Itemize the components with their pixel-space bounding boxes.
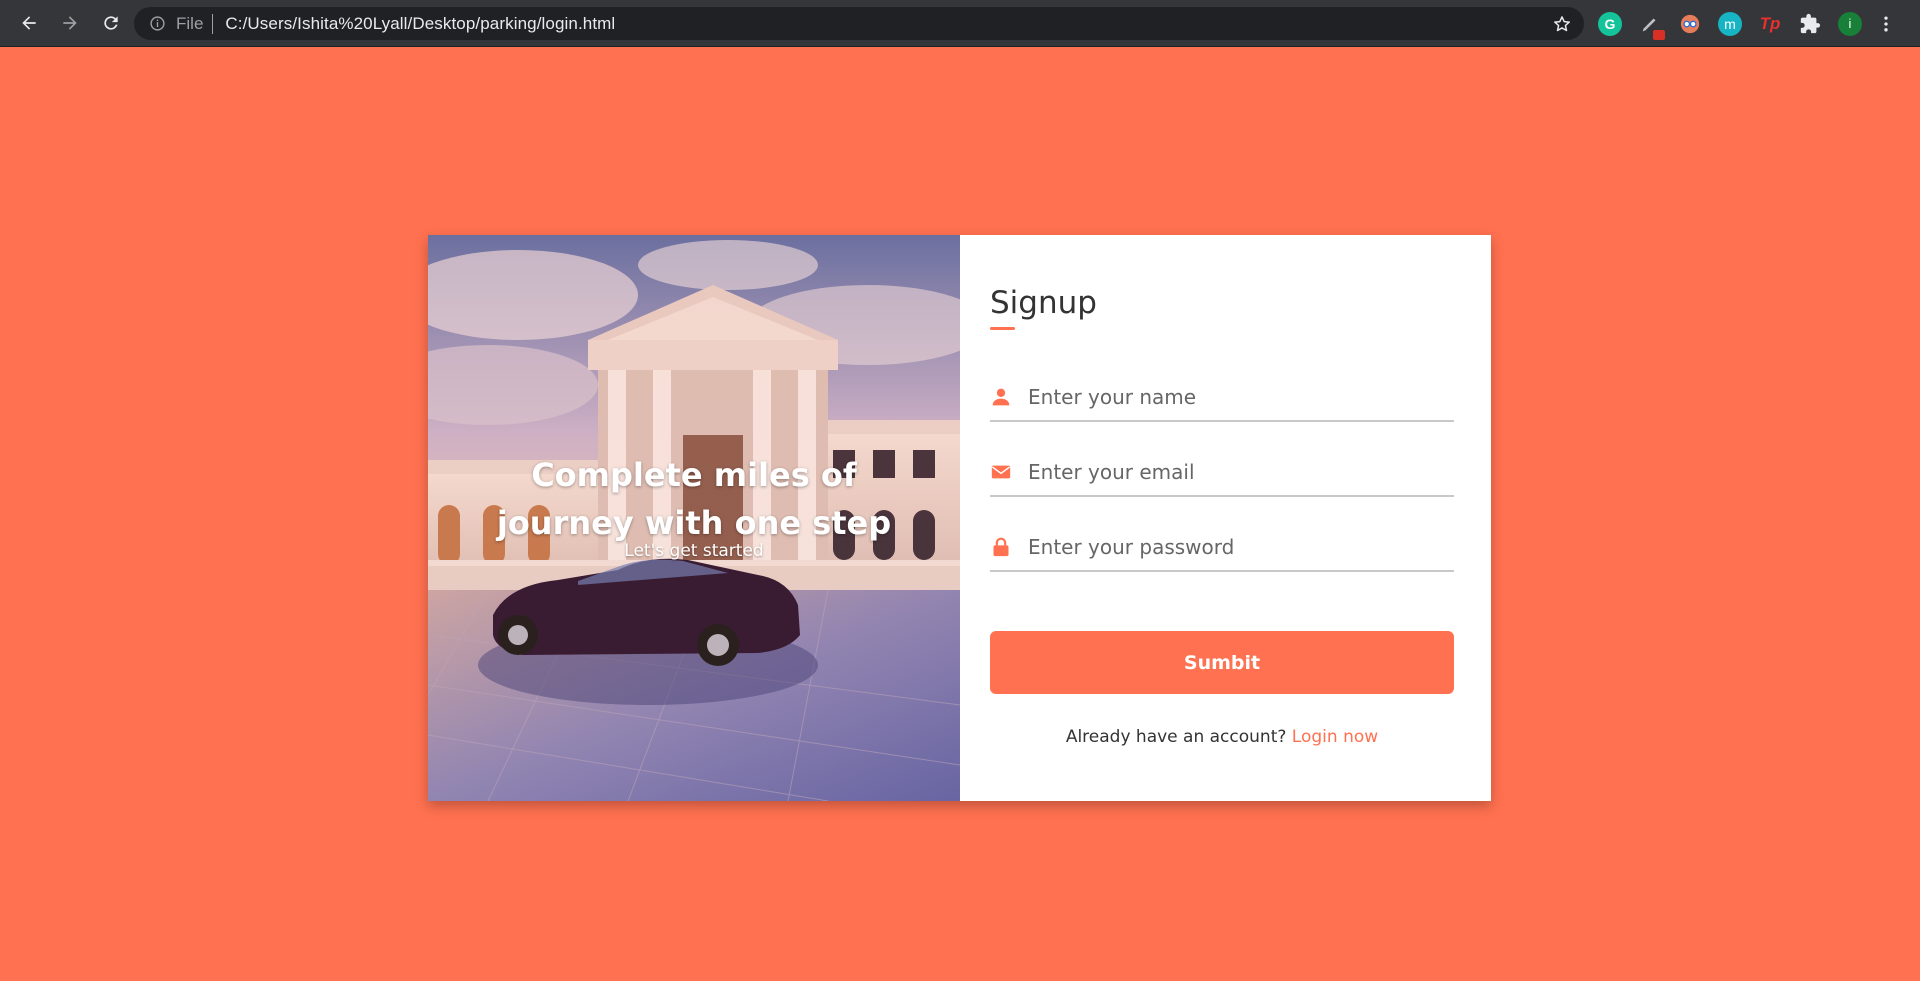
reload-icon [104,16,118,30]
name-field [990,374,1454,422]
scheme-label: File [176,13,204,33]
envelope-icon [990,461,1012,483]
bookmark-star-icon[interactable] [1552,14,1572,34]
user-icon [990,386,1012,408]
lock-icon [990,536,1012,558]
login-now-link[interactable]: Login now [1292,727,1378,747]
url-text[interactable]: C:/Users/Ishita%20Lyall/Desktop/parking/… [225,14,615,34]
omnibox-divider [212,13,214,34]
browser-toolbar: File C:/Users/Ishita%20Lyall/Desktop/par… [0,0,1920,47]
profile-avatar[interactable]: i [1838,11,1862,36]
login-prompt-line: Already have an account? Login now [990,727,1454,747]
submit-button[interactable]: Sumbit [990,631,1454,694]
hero-panel: Complete miles of journey with one step … [428,235,960,801]
hero-text-block: Complete miles of journey with one step … [428,451,960,561]
password-input[interactable] [1028,535,1448,559]
email-field [990,449,1454,497]
glasses-extension-icon[interactable] [1678,12,1702,36]
tp-extension-icon[interactable]: Tp [1758,12,1782,36]
login-prompt-text: Already have an account? [1065,727,1287,747]
grammarly-icon[interactable]: G [1598,11,1622,36]
reload-button[interactable] [96,8,126,38]
info-icon[interactable] [149,15,166,32]
name-input[interactable] [1028,385,1448,409]
title-underline [990,327,1015,330]
extensions-bar: G m Tp i [1598,0,1898,47]
hero-title: Complete miles of journey with one step [496,456,892,542]
puzzle-icon[interactable] [1798,12,1822,36]
menu-kebab-icon[interactable] [1874,12,1898,36]
form-title: Signup [990,285,1097,321]
pen-extension-icon[interactable] [1638,12,1665,40]
back-arrow-icon [22,16,36,30]
email-input[interactable] [1028,460,1448,484]
forward-button[interactable] [55,8,85,38]
forward-arrow-icon [63,16,77,30]
signup-card: Complete miles of journey with one step … [428,235,1491,801]
extension-badge [1653,29,1665,40]
m-extension-icon[interactable]: m [1718,11,1742,36]
signup-form: Signup Sumbit Already have an account? L… [960,235,1491,801]
back-button[interactable] [14,8,44,38]
address-bar[interactable]: File C:/Users/Ishita%20Lyall/Desktop/par… [134,7,1584,40]
password-field [990,524,1454,572]
